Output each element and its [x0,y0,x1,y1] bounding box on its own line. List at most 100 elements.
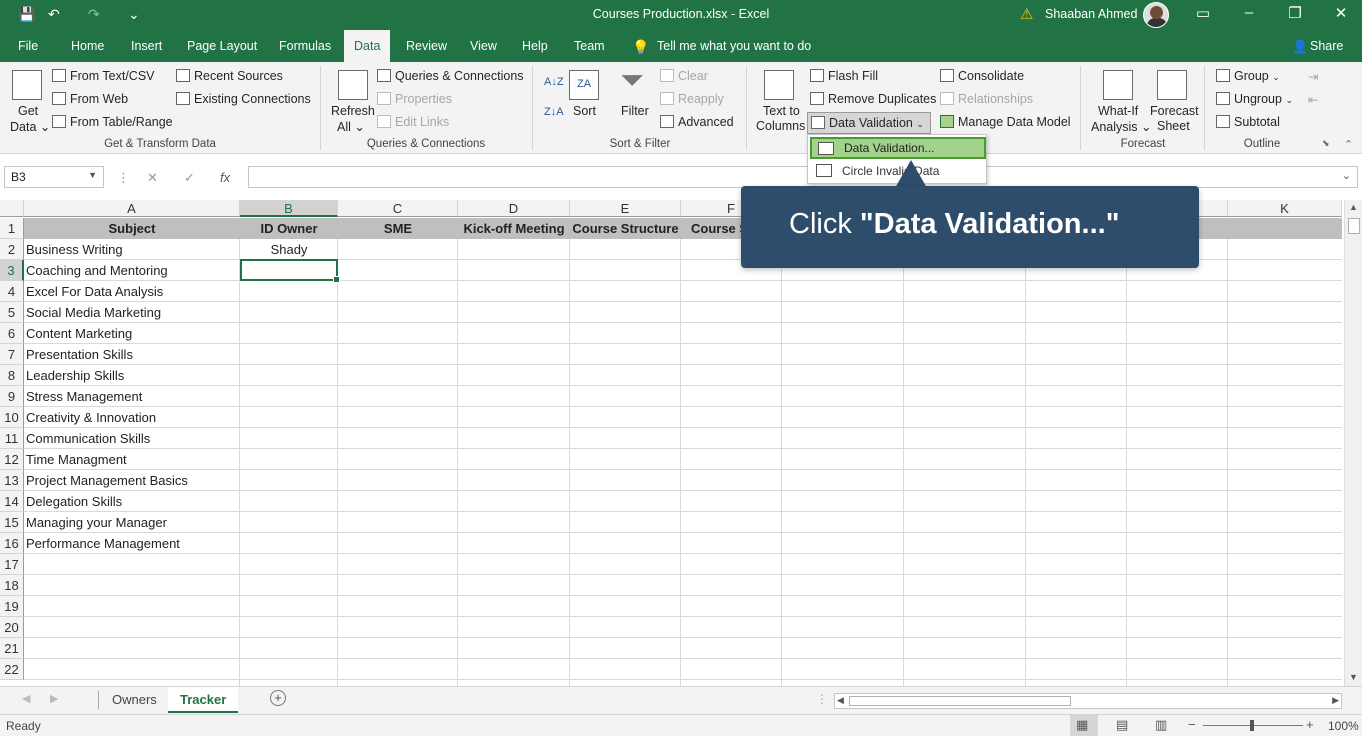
flash-fill-button[interactable]: Flash Fill [810,69,878,83]
row-header[interactable]: 11 [0,428,24,449]
subject-cell[interactable]: Delegation Skills [26,491,238,512]
row-header[interactable]: 19 [0,596,24,617]
data-validation-button[interactable]: Data Validation ⌄ [807,112,931,134]
row-header[interactable]: 17 [0,554,24,575]
minimize-icon[interactable]: – [1234,4,1264,21]
get-data-button-2[interactable]: Data ⌄ [10,119,50,134]
get-data-button[interactable]: Get [18,104,38,118]
worksheet-grid[interactable]: A B C D E F G H I J K 123456789101112131… [0,200,1342,686]
page-break-view-icon[interactable]: ▥ [1155,717,1167,733]
lightbulb-icon[interactable]: 💡 [632,39,649,56]
tab-data[interactable]: Data [344,30,391,62]
column-header-c[interactable]: C [338,200,458,217]
group-button[interactable]: Group ⌄ [1216,69,1280,83]
ribbon-display-icon[interactable]: ▭ [1188,4,1218,22]
from-table-button[interactable]: From Table/Range [52,115,173,129]
avatar[interactable] [1143,2,1169,28]
get-data-icon[interactable] [12,70,42,100]
subject-cell[interactable]: Excel For Data Analysis [26,281,238,302]
scroll-left-icon[interactable]: ◀ [837,695,844,706]
vertical-scrollbar[interactable]: ▲ ▼ [1344,200,1362,686]
subject-cell[interactable]: Coaching and Mentoring [26,260,238,281]
row-header[interactable]: 14 [0,491,24,512]
row-header[interactable]: 6 [0,323,24,344]
filter-icon[interactable]: ⏷ [620,64,644,98]
row-header[interactable]: 5 [0,302,24,323]
share-icon[interactable]: 👤 [1292,39,1308,55]
cell-c1[interactable]: SME [338,218,458,239]
subject-cell[interactable]: Project Management Basics [26,470,238,491]
cell-b1[interactable]: ID Owner [240,218,338,239]
horizontal-scrollbar[interactable]: ◀ ▶ [834,693,1342,709]
prev-sheet-icon[interactable]: ◀ [22,692,30,705]
tab-view[interactable]: View [470,39,497,53]
tab-insert[interactable]: Insert [131,39,162,53]
zoom-slider-thumb[interactable] [1250,720,1254,731]
subtotal-button[interactable]: Subtotal [1216,115,1280,129]
scroll-right-icon[interactable]: ▶ [1332,695,1339,706]
close-icon[interactable]: ✕ [1326,4,1356,22]
refresh-all-button[interactable]: Refresh [331,104,375,118]
row-header[interactable]: 10 [0,407,24,428]
subject-cell[interactable]: Social Media Marketing [26,302,238,323]
what-if-button-2[interactable]: Analysis ⌄ [1091,119,1152,134]
tab-formulas[interactable]: Formulas [279,39,331,53]
vertical-scroll-thumb[interactable] [1348,218,1360,234]
row-header[interactable]: 1 [0,218,24,239]
name-box[interactable]: B3 ▼ [4,166,104,188]
sheet-tab-tracker[interactable]: Tracker [168,687,239,713]
subject-cell[interactable]: Content Marketing [26,323,238,344]
insert-function-icon[interactable]: fx [220,170,230,185]
tab-home[interactable]: Home [71,39,104,53]
row-header[interactable]: 16 [0,533,24,554]
subject-cell[interactable]: Leadership Skills [26,365,238,386]
clear-button[interactable]: Clear [660,69,708,83]
next-sheet-icon[interactable]: ▶ [50,692,58,705]
zoom-out-icon[interactable]: − [1188,717,1196,732]
ungroup-button[interactable]: Ungroup ⌄ [1216,92,1293,106]
zoom-level[interactable]: 100% [1328,719,1359,733]
user-name[interactable]: Shaaban Ahmed [1045,7,1137,21]
formula-input[interactable]: ⌄ [248,166,1358,188]
sort-asc-icon[interactable]: A↓Z [544,76,564,88]
row-header[interactable]: 20 [0,617,24,638]
tab-page-layout[interactable]: Page Layout [187,39,257,53]
what-if-button[interactable]: What-If [1098,104,1138,118]
collapse-ribbon-icon[interactable]: ⌃ [1344,138,1353,151]
subject-cell[interactable]: Business Writing [26,239,238,260]
cell-d1[interactable]: Kick-off Meeting [458,218,570,239]
row-header[interactable]: 22 [0,659,24,680]
hide-detail-icon[interactable]: ⇤ [1308,92,1318,107]
text-to-columns-button[interactable]: Text to [763,104,800,118]
row-header[interactable]: 7 [0,344,24,365]
row-header[interactable]: 8 [0,365,24,386]
row-header[interactable]: 18 [0,575,24,596]
existing-connections-button[interactable]: Existing Connections [176,92,311,106]
tab-help[interactable]: Help [522,39,548,53]
refresh-all-button-2[interactable]: All ⌄ [337,119,365,134]
normal-view-icon[interactable]: ▦ [1076,717,1088,733]
queries-connections-button[interactable]: Queries & Connections [377,69,524,83]
advanced-button[interactable]: Advanced [660,115,734,129]
what-if-icon[interactable] [1103,70,1133,100]
refresh-icon[interactable] [338,70,368,100]
warning-icon[interactable]: ⚠ [1020,5,1033,23]
enter-icon[interactable]: ✓ [184,170,195,186]
remove-duplicates-button[interactable]: Remove Duplicates [810,92,936,106]
filter-button[interactable]: Filter [621,104,649,118]
cell-a1[interactable]: Subject [24,218,240,239]
tab-file[interactable]: File [18,39,38,53]
row-header[interactable]: 3 [0,260,24,281]
subject-cell[interactable]: Stress Management [26,386,238,407]
column-header-e[interactable]: E [570,200,681,217]
relationships-button[interactable]: Relationships [940,92,1033,106]
forecast-sheet-icon[interactable] [1157,70,1187,100]
row-header[interactable]: 15 [0,512,24,533]
menu-item-data-validation[interactable]: Data Validation... [810,137,986,159]
scroll-down-icon[interactable]: ▼ [1349,672,1358,682]
restore-icon[interactable]: ❐ [1280,4,1310,22]
share-button[interactable]: Share [1310,39,1343,53]
chevron-down-icon[interactable]: ▼ [88,170,97,180]
row-header[interactable]: 12 [0,449,24,470]
from-text-button[interactable]: From Text/CSV [52,69,155,83]
